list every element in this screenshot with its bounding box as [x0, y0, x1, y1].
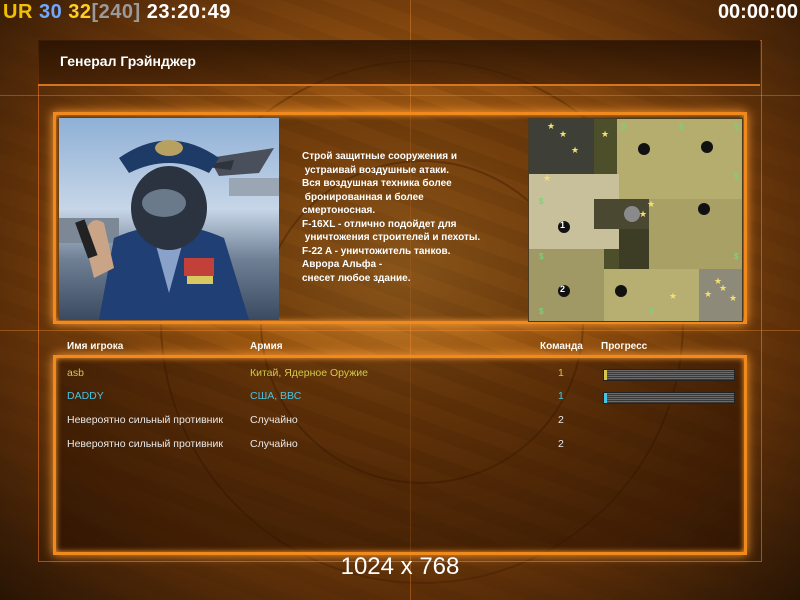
player-list-panel — [53, 355, 747, 555]
map-star-marker: ★ — [647, 199, 655, 209]
player-team: 2 — [558, 414, 564, 426]
map-supply-marker: $ — [539, 252, 544, 261]
player-row: DADDY США, ВВС 1 — [67, 390, 747, 406]
hud-fps: 30 — [38, 1, 63, 23]
map-star-marker: ★ — [571, 145, 579, 155]
progress-bar — [603, 369, 735, 381]
map-supply-marker: $ — [649, 307, 654, 316]
column-header-progress: Прогресс — [601, 341, 648, 352]
column-header-team: Команда — [540, 341, 583, 352]
map-start-label-2: 2 — [560, 284, 566, 294]
player-row: Невероятно сильный противник Случайно 2 — [67, 414, 747, 430]
hud-clock: 23:20:49 — [146, 1, 231, 23]
player-army: Случайно — [250, 414, 298, 426]
general-portrait — [59, 118, 279, 320]
column-header-player: Имя игрока — [67, 341, 124, 352]
player-team: 1 — [558, 390, 564, 402]
player-team: 2 — [558, 438, 564, 450]
player-army: США, ВВС — [250, 390, 302, 402]
player-name: Невероятно сильный противник — [67, 414, 223, 426]
map-star-marker: ★ — [559, 129, 567, 139]
map-preview[interactable]: ★ ★ ★ ★ ★ ★ ★ ★ ★ ★ ★ ★ $ $ $ $ $ $ $ $ $ 1 2 — [528, 118, 743, 322]
player-name: Невероятно сильный противник — [67, 438, 223, 450]
map-supply-marker: $ — [734, 252, 739, 261]
general-title: Генерал Грэйнджер — [60, 53, 196, 69]
player-army: Китай, Ядерное Оружие — [250, 367, 368, 379]
map-star-marker: ★ — [547, 121, 555, 131]
map-star-marker: ★ — [669, 291, 677, 301]
map-star-marker: ★ — [714, 276, 722, 286]
hud-ur: UR — [3, 1, 33, 23]
player-army: Случайно — [250, 438, 298, 450]
player-team: 1 — [558, 367, 564, 379]
general-briefing: Строй защитные сооружения и устраивай во… — [302, 151, 481, 284]
map-supply-marker: $ — [621, 122, 626, 131]
map-supply-marker: $ — [539, 307, 544, 316]
hud-bracket: [240] — [91, 1, 141, 23]
map-star-marker: ★ — [639, 209, 647, 219]
map-supply-marker: $ — [539, 197, 544, 206]
progress-fill — [604, 393, 607, 403]
map-star-marker: ★ — [601, 129, 609, 139]
column-header-army: Армия — [250, 341, 283, 352]
general-portrait-image — [59, 140, 279, 320]
map-supply-marker: $ — [679, 122, 684, 131]
player-name: DADDY — [67, 390, 104, 402]
resolution-label: 1024 x 768 — [340, 553, 460, 580]
map-start-label-1: 1 — [560, 220, 566, 230]
player-name: asb — [67, 367, 84, 379]
map-star-marker: ★ — [729, 293, 737, 303]
player-row: asb Китай, Ядерное Оружие 1 — [67, 367, 747, 383]
map-supply-marker: $ — [734, 172, 739, 181]
map-star-marker: ★ — [704, 289, 712, 299]
map-star-marker: ★ — [543, 173, 551, 183]
player-row: Невероятно сильный противник Случайно 2 — [67, 438, 747, 454]
hud-count: 32 — [68, 1, 92, 23]
game-timer: 00:00:00 — [717, 1, 798, 23]
progress-fill — [604, 370, 607, 380]
map-supply-marker: $ — [734, 122, 739, 131]
debug-hud: UR 30 32[240] 23:20:49 — [3, 1, 231, 24]
progress-bar — [603, 392, 735, 404]
